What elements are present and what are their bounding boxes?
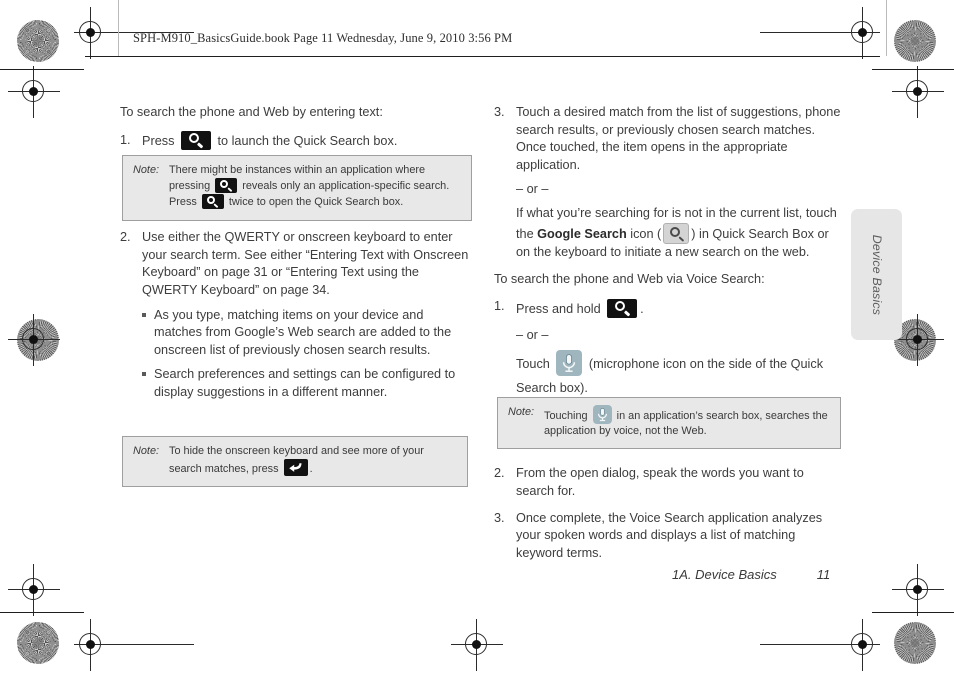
left-step-2-bullet-2: Search preferences and settings can be c… (142, 366, 472, 401)
side-tab-device-basics: Device Basics (851, 209, 902, 340)
left-step-2-number: 2. (120, 230, 131, 245)
google-search-label: Google Search (537, 226, 627, 241)
footer: 1A. Device Basics 11 (672, 567, 830, 582)
registration-target-right-lower (892, 564, 944, 616)
note-label: Note: (133, 164, 160, 176)
right-voice-step-2: 2. From the open dialog, speak the words… (494, 465, 844, 500)
microphone-glyph (563, 354, 576, 373)
manual-page: SPH-M910_BasicsGuide.book Page 11 Wednes… (0, 0, 954, 682)
right-step-3-or: – or – (516, 182, 549, 197)
right-column: 3. Touch a desired match from the list o… (494, 104, 844, 571)
registration-target-right-mid (892, 314, 944, 366)
back-key-icon (283, 459, 308, 477)
trim-line-bottom-right (872, 612, 954, 613)
note-label: Note: (133, 445, 160, 457)
bullet-square-icon (142, 366, 154, 401)
note-label: Note: (508, 406, 535, 418)
right-voice-step-3-number: 3. (494, 510, 505, 525)
trim-line-top-left (0, 69, 84, 70)
left-step-2: 2. Use either the QWERTY or onscreen key… (120, 229, 472, 401)
right-step-3: 3. Touch a desired match from the list o… (494, 104, 844, 261)
registration-rosette-top-right (894, 20, 936, 62)
left-step-2-bullet-1: As you type, matching items on your devi… (142, 307, 472, 360)
note-left-2-text: To hide the onscreen keyboard and see mo… (169, 444, 457, 477)
right-voice-step-2-number: 2. (494, 466, 505, 481)
right-voice-step-2-text: From the open dialog, speak the words yo… (516, 466, 804, 498)
left-step-2-bullet-2-text: Search preferences and settings can be c… (154, 367, 456, 399)
right-step-3-alt-b: icon ( (630, 226, 662, 241)
registration-rosette-bottom-right (894, 622, 936, 664)
left-step-1-text-a: Press (142, 133, 175, 148)
left-step-2-bullet-1-text: As you type, matching items on your devi… (154, 307, 452, 357)
back-arrow-glyph (288, 463, 302, 473)
side-tab-label: Device Basics (869, 234, 884, 315)
right-step-3-text: Touch a desired match from the list of s… (516, 105, 841, 172)
note-left-2-text-b: . (309, 463, 313, 476)
left-step-1-body: Press to launch the Quick Search box. (142, 130, 472, 151)
search-key-icon (215, 178, 238, 194)
right-voice-step-1: 1. Press and hold . – or – Touch (microp… (494, 298, 844, 401)
note-left-1-text: There might be instances within an appli… (169, 163, 461, 211)
right-voice-step-3-text: Once complete, the Voice Search applicat… (516, 510, 823, 560)
left-step-1: 1. Press to launch the Quick Search box. (120, 130, 472, 151)
right-voice-step-1-text-b: . (640, 301, 644, 316)
registration-target-right (892, 66, 944, 118)
bullet-square-icon (142, 307, 154, 360)
search-key-icon (201, 194, 224, 210)
print-guide-rule-right (886, 0, 887, 56)
right-voice-step-1-text-a: Press and hold (516, 301, 601, 316)
registration-target-bottom-left (74, 619, 194, 671)
left-lead-text: To search the phone and Web by entering … (120, 105, 383, 119)
registration-target-bottom-right (760, 619, 880, 671)
right-voice-step-1-body: Press and hold . – or – Touch (microphon… (516, 298, 844, 401)
left-step-2-text: Use either the QWERTY or onscreen keyboa… (142, 230, 469, 297)
note-right-1-text-a: Touching (544, 410, 588, 422)
right-step-3-body: Touch a desired match from the list of s… (516, 104, 844, 261)
note-left-1-text-c: twice to open the Quick Search box. (228, 196, 404, 209)
right-voice-step-1-touch: Touch (microphone icon on the side of th… (516, 350, 844, 400)
registration-target-left (8, 66, 60, 118)
right-step-3-number: 3. (494, 105, 505, 119)
search-key-icon (607, 298, 638, 318)
registration-target-top-left (74, 7, 194, 59)
registration-rosette-bottom-left (17, 622, 59, 664)
search-key-icon (180, 130, 211, 150)
registration-target-top-right (760, 7, 880, 59)
google-search-icon (663, 222, 690, 244)
right-voice-step-3: 3. Once complete, the Voice Search appli… (494, 510, 844, 563)
note-box-left-2: Note: To hide the onscreen keyboard and … (122, 436, 468, 488)
note-right-1-text: Touching in an application’s search box,… (544, 405, 830, 439)
note-box-right-1: Note: Touching in an application’s searc… (497, 397, 841, 450)
right-voice-step-1-line-1: Press and hold . (516, 298, 844, 320)
registration-target-left-lower (8, 564, 60, 616)
right-step-3-alt-text: If what you’re searching for is not in t… (516, 205, 844, 261)
left-step-2-body: Use either the QWERTY or onscreen keyboa… (142, 229, 472, 401)
left-column: To search the phone and Web by entering … (120, 104, 472, 411)
trim-line-bottom-left (0, 612, 84, 613)
microphone-icon (556, 350, 583, 377)
footer-section: 1A. Device Basics (672, 567, 777, 582)
registration-target-bottom-center (451, 619, 503, 671)
left-step-1-text-b: to launch the Quick Search box. (217, 133, 398, 148)
right-voice-step-1-or: – or – (516, 327, 549, 342)
right-voice-step-1-number: 1. (494, 298, 505, 313)
microphone-icon (592, 405, 612, 424)
right-voice-step-1-touch-a: Touch (516, 357, 550, 372)
running-header: SPH-M910_BasicsGuide.book Page 11 Wednes… (133, 31, 513, 45)
left-step-1-number: 1. (120, 132, 131, 147)
note-box-left-1: Note: There might be instances within an… (122, 155, 472, 221)
microphone-glyph (597, 408, 607, 422)
right-voice-lead: To search the phone and Web via Voice Se… (494, 272, 765, 287)
print-guide-rule-left (118, 0, 119, 56)
footer-page-number: 11 (816, 567, 831, 582)
registration-target-left-mid (8, 314, 60, 366)
registration-rosette-top-left (17, 20, 59, 62)
header-rule (85, 56, 880, 57)
trim-line-top-right (872, 69, 954, 70)
